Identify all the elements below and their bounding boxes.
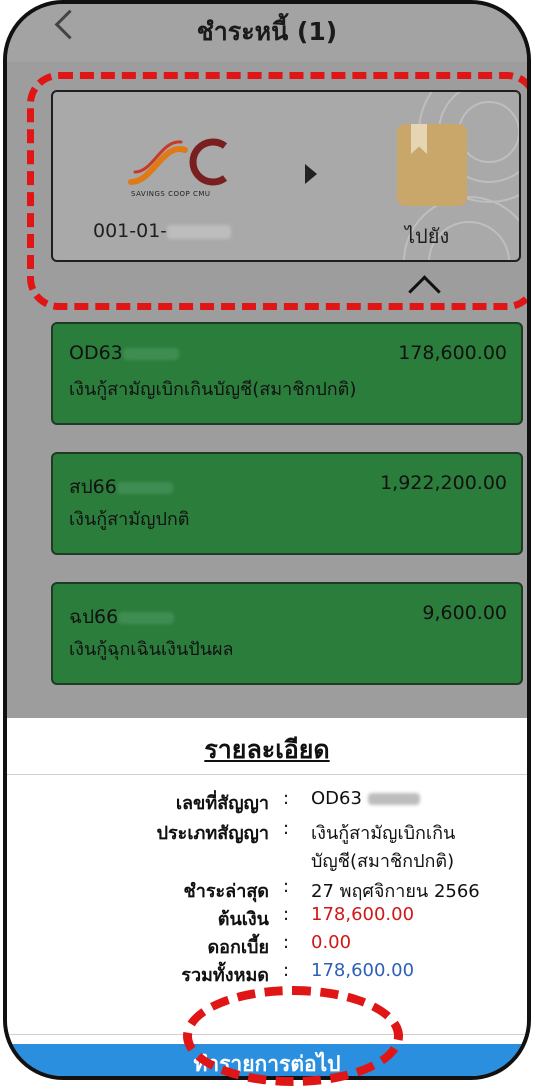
colon: : <box>283 960 290 981</box>
phone-frame: ชำระหนี้ (1) SAVINGS COOP CMU 001-01- ไป… <box>3 0 531 1080</box>
last-paid-label: ชำระล่าสุด <box>183 881 269 902</box>
loan-name: เงินกู้สามัญปกติ <box>69 509 190 530</box>
last-paid-value: 27 พฤศจิกายน 2566 <box>311 881 480 902</box>
masked-digits <box>367 793 420 805</box>
total-label: รวมทั้งหมด <box>181 965 269 986</box>
colon: : <box>283 904 290 925</box>
loan-card-od63[interactable]: OD63 178,600.00 เงินกู้สามัญเบิกเกินบัญช… <box>51 322 523 425</box>
contract-type-value-line1: เงินกู้สามัญเบิกเกิน <box>311 823 456 844</box>
loan-code: ฉป66 <box>69 602 175 632</box>
masked-digits <box>118 611 175 624</box>
header-bar: ชำระหนี้ (1) <box>7 4 527 62</box>
contract-no-value: OD63 <box>311 788 420 809</box>
contract-type-value-line2: บัญชี(สมาชิกปกติ) <box>311 851 455 872</box>
principal-value: 178,600.00 <box>311 904 415 925</box>
loan-amount: 9,600.00 <box>422 602 507 624</box>
loan-code: OD63 <box>69 342 179 364</box>
highlight-annotation-cta <box>183 986 403 1086</box>
colon: : <box>283 788 290 809</box>
highlight-annotation <box>27 72 527 310</box>
principal-label: ต้นเงิน <box>217 909 269 930</box>
colon: : <box>283 876 290 897</box>
loan-name: เงินกู้ฉุกเฉินเงินปันผล <box>69 639 234 660</box>
details-title: รายละเอียด <box>204 735 330 764</box>
total-value: 178,600.00 <box>311 960 415 981</box>
colon: : <box>283 818 290 839</box>
masked-digits <box>116 481 173 494</box>
loan-name: เงินกู้สามัญเบิกเกินบัญชี(สมาชิกปกติ) <box>69 379 357 400</box>
loan-amount: 1,922,200.00 <box>380 472 507 494</box>
loan-code: สป66 <box>69 472 173 502</box>
divider <box>7 774 527 775</box>
loan-card-chp66[interactable]: ฉป66 9,600.00 เงินกู้ฉุกเฉินเงินปันผล <box>51 582 523 685</box>
colon: : <box>283 932 290 953</box>
loan-card-sp66[interactable]: สป66 1,922,200.00 เงินกู้สามัญปกติ <box>51 452 523 555</box>
page-title: ชำระหนี้ (1) <box>196 17 338 46</box>
contract-no-label: เลขที่สัญญา <box>175 793 269 814</box>
masked-digits <box>122 347 179 360</box>
contract-type-label: ประเภทสัญญา <box>156 823 269 844</box>
loan-amount: 178,600.00 <box>398 342 507 364</box>
interest-value: 0.00 <box>311 932 352 953</box>
interest-label: ดอกเบี้ย <box>207 937 269 958</box>
